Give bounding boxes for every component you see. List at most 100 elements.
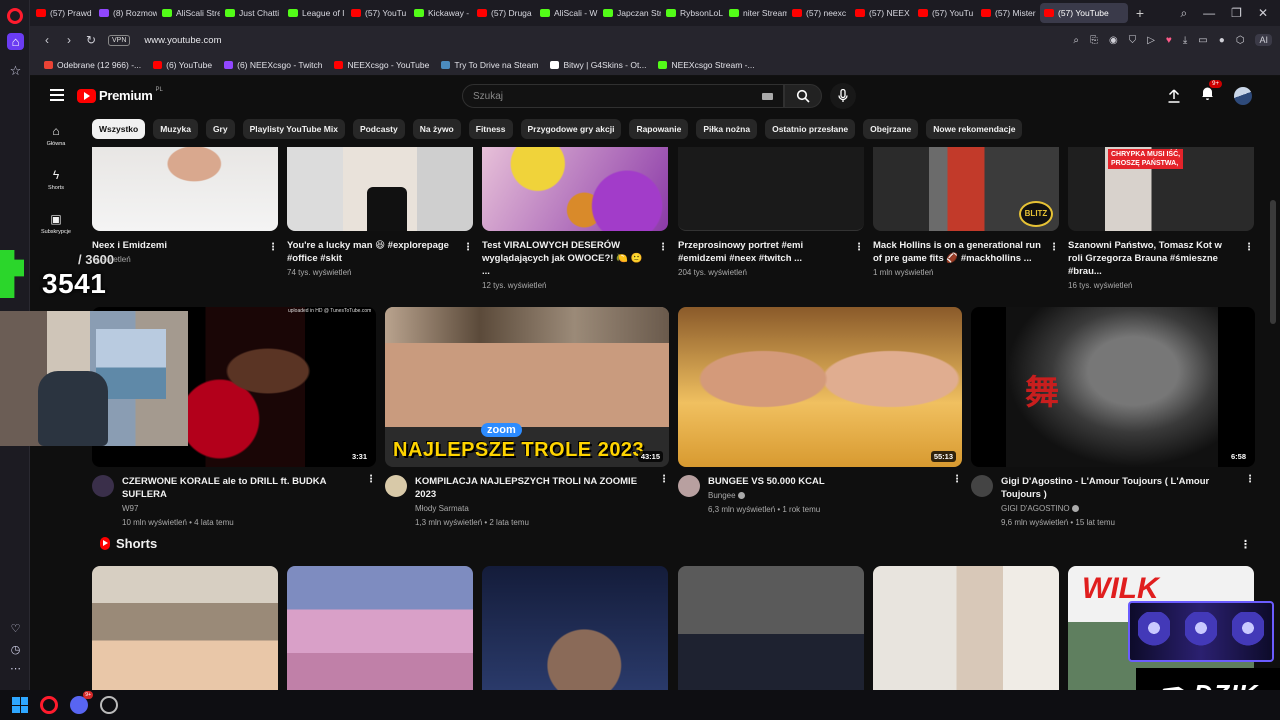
channel-avatar[interactable] bbox=[385, 475, 407, 497]
search-tabs-icon[interactable]: ⌕ bbox=[1180, 6, 1187, 21]
short-card[interactable] bbox=[92, 566, 278, 690]
more-icon[interactable]: ⋮ bbox=[1240, 538, 1251, 551]
keyboard-icon[interactable] bbox=[762, 93, 773, 100]
video-title[interactable]: CZERWONE KORALE ale to DRILL ft. BUDKA S… bbox=[122, 475, 376, 501]
wallet-icon[interactable]: ▭ bbox=[1198, 35, 1207, 46]
search-button[interactable] bbox=[784, 84, 822, 108]
video-thumbnail[interactable]: BLITZ bbox=[873, 147, 1059, 231]
channel-name[interactable]: W97 bbox=[122, 503, 376, 515]
browser-tab[interactable]: (57) Mister bbox=[977, 3, 1039, 23]
short-card[interactable] bbox=[482, 566, 668, 690]
bookmark-item[interactable]: (6) YouTube bbox=[153, 60, 212, 70]
more-icon[interactable]: ⋮ bbox=[1049, 243, 1059, 253]
youtube-logo[interactable]: Premium PL bbox=[77, 87, 163, 103]
guide-item-shorts[interactable]: ϟ Shorts bbox=[30, 168, 82, 191]
video-title[interactable]: Mack Hollins is on a generational run of… bbox=[873, 239, 1059, 265]
lens-icon[interactable]: ⌕ bbox=[1073, 35, 1079, 46]
more-icon[interactable]: ⋮ bbox=[658, 243, 668, 253]
guide-item-home[interactable]: ⌂ Główna bbox=[30, 124, 82, 147]
video-title[interactable]: Test VIRALOWYCH DESERÓW wyglądających ja… bbox=[482, 239, 668, 278]
video-card[interactable]: zoom NAJLEPSZE TROLE 2023 43:15 KOMPILAC… bbox=[385, 307, 669, 529]
browser-tab[interactable]: (57) YouTu bbox=[347, 3, 409, 23]
video-card[interactable]: CHRYPKA MUSI IŚĆ, PROSZĘ PAŃSTWA, Szanow… bbox=[1068, 147, 1254, 292]
download-icon[interactable]: ⤓ bbox=[1183, 35, 1187, 46]
short-card[interactable] bbox=[287, 566, 473, 690]
filter-chip[interactable]: Gry bbox=[205, 119, 235, 139]
browser-tab[interactable]: Just Chatti bbox=[221, 3, 283, 23]
browser-tab[interactable]: niter Stream bbox=[725, 3, 787, 23]
filter-chip[interactable]: Obejrzane bbox=[863, 119, 919, 139]
home-icon[interactable]: ⌂ bbox=[7, 33, 24, 50]
channel-avatar[interactable] bbox=[678, 475, 700, 497]
windows-start-icon[interactable] bbox=[12, 697, 28, 713]
play-icon[interactable]: ▷ bbox=[1147, 35, 1155, 46]
voice-search-button[interactable] bbox=[830, 83, 856, 109]
browser-tab[interactable]: League of I bbox=[284, 3, 346, 23]
upload-icon[interactable] bbox=[1167, 88, 1181, 103]
bookmark-item[interactable]: NEEXcsgo - YouTube bbox=[334, 60, 429, 70]
close-button[interactable]: ✕ bbox=[1258, 6, 1268, 20]
video-card[interactable]: Neex i Emidzemi wyświetleń ⋮ bbox=[92, 147, 278, 266]
url-field[interactable]: www.youtube.com bbox=[144, 35, 221, 46]
browser-tab[interactable]: Kickaway - bbox=[410, 3, 472, 23]
minimize-button[interactable]: — bbox=[1203, 6, 1215, 20]
filter-chip[interactable]: Przygodowe gry akcji bbox=[520, 119, 622, 139]
filter-chip[interactable]: Muzyka bbox=[153, 119, 198, 139]
back-icon[interactable]: ‹ bbox=[36, 33, 58, 47]
history-icon[interactable]: ◷ bbox=[7, 643, 24, 656]
bookmark-item[interactable]: NEEXcsgo Stream -... bbox=[658, 60, 755, 70]
bookmark-item[interactable]: Try To Drive na Steam bbox=[441, 60, 538, 70]
video-card[interactable]: 舞 6:58 Gigi D'Agostino - L'Amour Toujour… bbox=[971, 307, 1255, 529]
video-thumbnail[interactable]: CHRYPKA MUSI IŚĆ, PROSZĘ PAŃSTWA, bbox=[1068, 147, 1254, 231]
browser-tab[interactable]: RybsonLoL bbox=[662, 3, 724, 23]
video-thumbnail[interactable] bbox=[92, 147, 278, 231]
browser-tab[interactable]: (57) NEEX bbox=[851, 3, 913, 23]
video-title[interactable]: KOMPILACJA NAJLEPSZYCH TROLI NA ZOOMIE 2… bbox=[415, 475, 669, 501]
opera-logo-icon[interactable] bbox=[7, 8, 23, 24]
heart-icon[interactable]: ♡ bbox=[7, 622, 24, 635]
menu-icon[interactable] bbox=[50, 89, 64, 101]
heart-icon[interactable]: ♥ bbox=[1166, 35, 1172, 46]
filter-chip[interactable]: Rapowanie bbox=[629, 119, 689, 139]
search-input[interactable] bbox=[473, 90, 743, 102]
browser-tab[interactable]: (57) neexc bbox=[788, 3, 850, 23]
video-title[interactable]: Gigi D'Agostino - L'Amour Toujours ( L'A… bbox=[1001, 475, 1255, 501]
browser-tab[interactable]: (8) Rozmow bbox=[95, 3, 157, 23]
browser-tab[interactable]: (57) Prawd bbox=[32, 3, 94, 23]
filter-chip[interactable]: Fitness bbox=[468, 119, 513, 139]
more-icon[interactable]: ⋮ bbox=[463, 243, 473, 253]
maximize-button[interactable]: ❐ bbox=[1231, 6, 1242, 20]
forward-icon[interactable]: › bbox=[58, 33, 80, 47]
browser-tab[interactable]: (57) YouTu bbox=[914, 3, 976, 23]
video-thumbnail[interactable] bbox=[678, 147, 864, 231]
video-thumbnail[interactable]: 55:13 bbox=[678, 307, 962, 467]
video-card[interactable]: BLITZ Mack Hollins is on a generational … bbox=[873, 147, 1059, 279]
channel-name[interactable]: GIGI D'AGOSTINO bbox=[1001, 504, 1070, 513]
camera-icon[interactable]: ◉ bbox=[1109, 35, 1118, 46]
more-icon[interactable]: ⋮ bbox=[268, 243, 278, 253]
filter-chip[interactable]: Piłka nożna bbox=[696, 119, 758, 139]
more-icon[interactable]: ⋮ bbox=[1244, 243, 1254, 253]
new-tab-icon[interactable]: + bbox=[1129, 5, 1151, 21]
browser-tab[interactable]: AliScali - W bbox=[536, 3, 598, 23]
bookmark-item[interactable]: Bitwy | G4Skins - Ot... bbox=[550, 60, 646, 70]
video-title[interactable]: Szanowni Państwo, Tomasz Kot w roli Grze… bbox=[1068, 239, 1254, 278]
ai-button[interactable]: AI bbox=[1255, 34, 1272, 46]
avatar[interactable] bbox=[1234, 86, 1252, 105]
notifications-button[interactable]: 9+ bbox=[1201, 80, 1222, 105]
translate-icon[interactable]: ⎘ bbox=[1090, 35, 1098, 46]
video-thumbnail[interactable]: zoom NAJLEPSZE TROLE 2023 43:15 bbox=[385, 307, 669, 467]
shield-icon[interactable]: ⛉ bbox=[1129, 35, 1137, 46]
video-thumbnail[interactable] bbox=[482, 147, 668, 231]
extensions-icon[interactable]: ⬡ bbox=[1236, 35, 1245, 46]
channel-avatar[interactable] bbox=[92, 475, 114, 497]
filter-chip[interactable]: Na żywo bbox=[412, 119, 461, 139]
more-icon[interactable]: ⋮ bbox=[854, 243, 864, 253]
bookmark-item[interactable]: Odebrane (12 966) -... bbox=[44, 60, 141, 70]
filter-chip[interactable]: Ostatnio przesłane bbox=[765, 119, 856, 139]
video-title[interactable]: Przeprosinowy portret #emi #emidzemi #ne… bbox=[678, 239, 864, 265]
browser-tab[interactable]: (57) YouTube bbox=[1040, 3, 1128, 23]
more-icon[interactable]: ⋮ bbox=[952, 475, 962, 485]
page-scrollbar[interactable] bbox=[1270, 200, 1276, 324]
app-taskbar-icon[interactable] bbox=[100, 696, 118, 714]
